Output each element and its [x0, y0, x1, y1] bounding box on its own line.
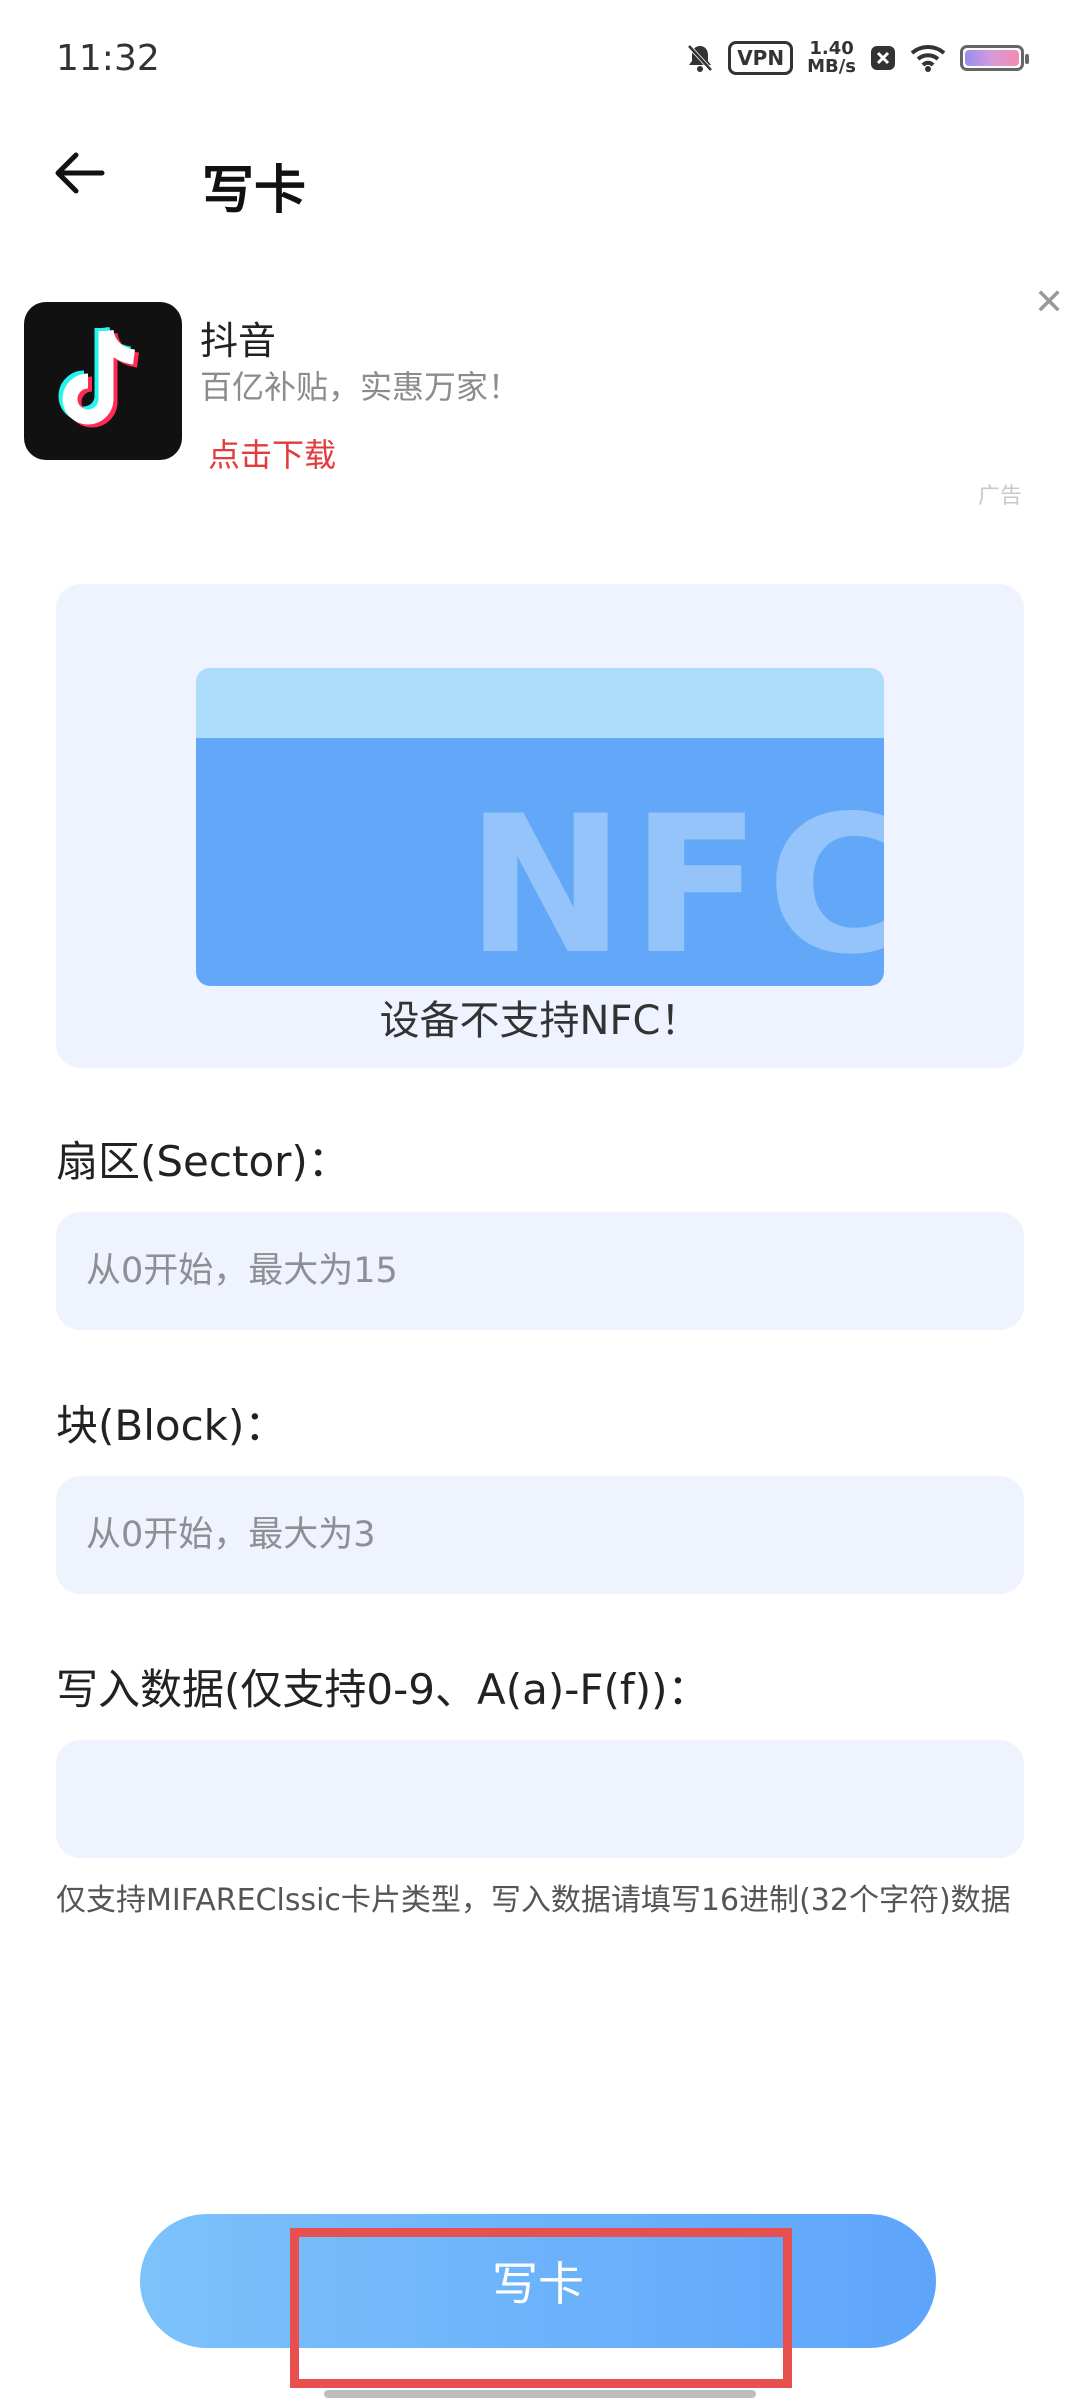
data-input[interactable]	[56, 1740, 1024, 1858]
ad-subtitle: 百亿补贴，实惠万家！	[200, 368, 521, 406]
block-label: 块(Block)：	[56, 1401, 287, 1450]
sector-label: 扇区(Sector)：	[56, 1137, 350, 1186]
nfc-illustration-text: NFC	[466, 775, 884, 986]
vpn-icon: VPN	[728, 41, 794, 75]
block-input[interactable]	[56, 1476, 1024, 1594]
mute-bell-icon	[686, 43, 714, 73]
back-button[interactable]	[40, 135, 120, 215]
network-speed: 1.40 MB/s	[807, 40, 856, 76]
speed-unit: MB/s	[807, 56, 856, 77]
home-indicator[interactable]	[324, 2390, 756, 2398]
ad-download-link[interactable]: 点击下载	[208, 430, 336, 476]
page-title: 写卡	[202, 161, 307, 221]
close-notification-icon	[870, 45, 896, 71]
nfc-status-text: 设备不支持NFC！	[379, 998, 701, 1044]
nfc-card-illustration: NFC	[196, 668, 884, 986]
card-stripe	[196, 668, 884, 738]
arrow-left-icon	[54, 151, 106, 199]
tiktok-logo-icon[interactable]	[24, 302, 182, 460]
write-card-button[interactable]: 写卡	[140, 2214, 936, 2348]
wifi-icon	[910, 44, 946, 72]
ad-app-name[interactable]: 抖音	[200, 310, 276, 365]
close-icon[interactable]: ✕	[1034, 282, 1064, 323]
battery-icon	[960, 45, 1029, 71]
data-label: 写入数据(仅支持0-9、A(a)-F(f))：	[56, 1665, 710, 1714]
status-icons: VPN 1.40 MB/s	[686, 40, 1029, 76]
ad-tag: 广告	[978, 484, 1023, 509]
status-time: 11:32	[56, 38, 160, 79]
hint-text: 仅支持MIFAREClssic卡片类型，写入数据请填写16进制(32个字符)数据	[56, 1883, 1011, 1918]
sector-input[interactable]	[56, 1212, 1024, 1330]
